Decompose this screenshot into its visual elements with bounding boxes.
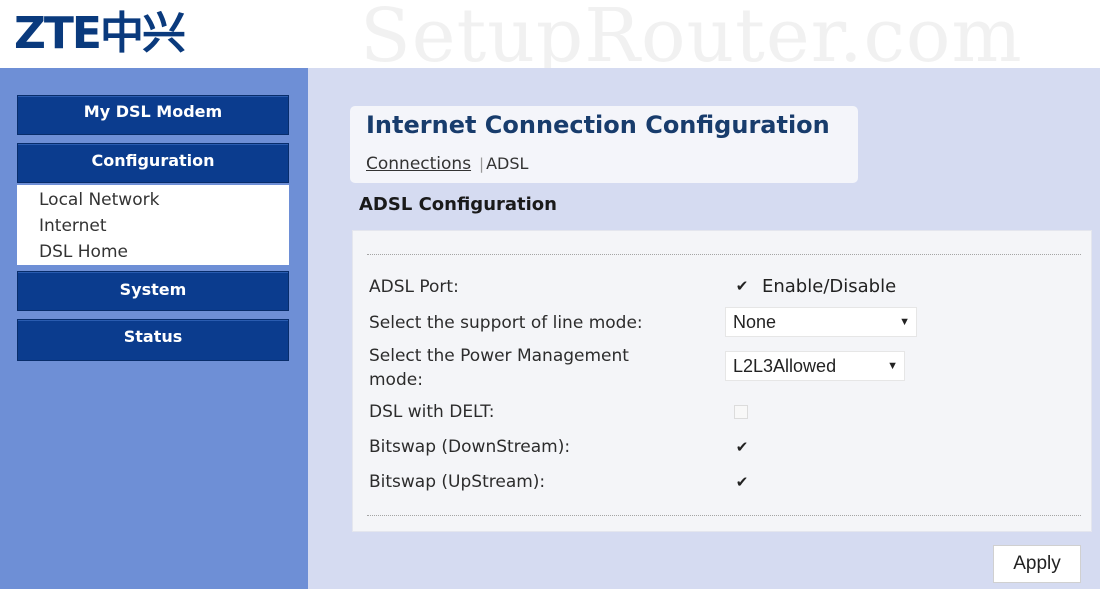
line-mode-value: None	[733, 312, 777, 332]
line-mode-select[interactable]: None ▼	[725, 307, 917, 337]
page-title: Internet Connection Configuration	[366, 111, 830, 139]
sidebar-item-internet[interactable]: Internet	[39, 213, 289, 239]
breadcrumb-current: ADSL	[486, 154, 529, 173]
nav-status[interactable]: Status	[17, 319, 289, 361]
divider-bottom	[367, 515, 1081, 516]
header: ZTE中兴 SetupRouter.com	[0, 0, 1100, 76]
adsl-port-label: ADSL Port:	[369, 277, 459, 297]
bitswap-down-checkbox[interactable]: ✔	[734, 439, 750, 455]
apply-button[interactable]: Apply	[993, 545, 1081, 583]
chevron-down-icon: ▼	[899, 316, 910, 328]
power-mode-select[interactable]: L2L3Allowed ▼	[725, 351, 905, 381]
power-mode-label-line2: mode:	[369, 370, 423, 390]
delt-label: DSL with DELT:	[369, 402, 495, 422]
power-mode-label-line1: Select the Power Management	[369, 346, 629, 366]
nav-system[interactable]: System	[17, 271, 289, 311]
watermark: SetupRouter.com	[360, 0, 1023, 79]
bitswap-down-label: Bitswap (DownStream):	[369, 437, 571, 457]
breadcrumb-connections-link[interactable]: Connections	[366, 154, 471, 174]
nav-my-dsl-modem[interactable]: My DSL Modem	[17, 95, 289, 135]
adsl-port-checkbox[interactable]: ✔	[734, 278, 750, 294]
power-mode-value: L2L3Allowed	[733, 356, 837, 376]
bitswap-up-label: Bitswap (UpStream):	[369, 472, 546, 492]
adsl-port-enable-text: Enable/Disable	[762, 276, 897, 297]
divider-top	[367, 254, 1081, 255]
nav-configuration[interactable]: Configuration	[17, 143, 289, 183]
main-content: Internet Connection Configuration Connec…	[308, 68, 1100, 589]
bitswap-up-checkbox[interactable]: ✔	[734, 474, 750, 490]
sidebar: My DSL Modem Configuration Local Network…	[0, 68, 308, 589]
configuration-submenu: Local Network Internet DSL Home	[17, 185, 289, 265]
section-title: ADSL Configuration	[359, 194, 557, 215]
sidebar-item-local-network[interactable]: Local Network	[39, 187, 289, 213]
title-box: Internet Connection Configuration Connec…	[350, 106, 858, 183]
zte-logo: ZTE中兴	[14, 8, 186, 59]
chevron-down-icon: ▼	[887, 360, 898, 372]
adsl-form-panel: ADSL Port: ✔ Enable/Disable Select the s…	[352, 230, 1092, 532]
delt-checkbox[interactable]	[734, 405, 748, 419]
line-mode-label: Select the support of line mode:	[369, 313, 643, 333]
sidebar-item-dsl-home[interactable]: DSL Home	[39, 239, 289, 265]
breadcrumb-separator: |	[479, 155, 485, 173]
breadcrumb: Connections | ADSL	[366, 154, 528, 174]
